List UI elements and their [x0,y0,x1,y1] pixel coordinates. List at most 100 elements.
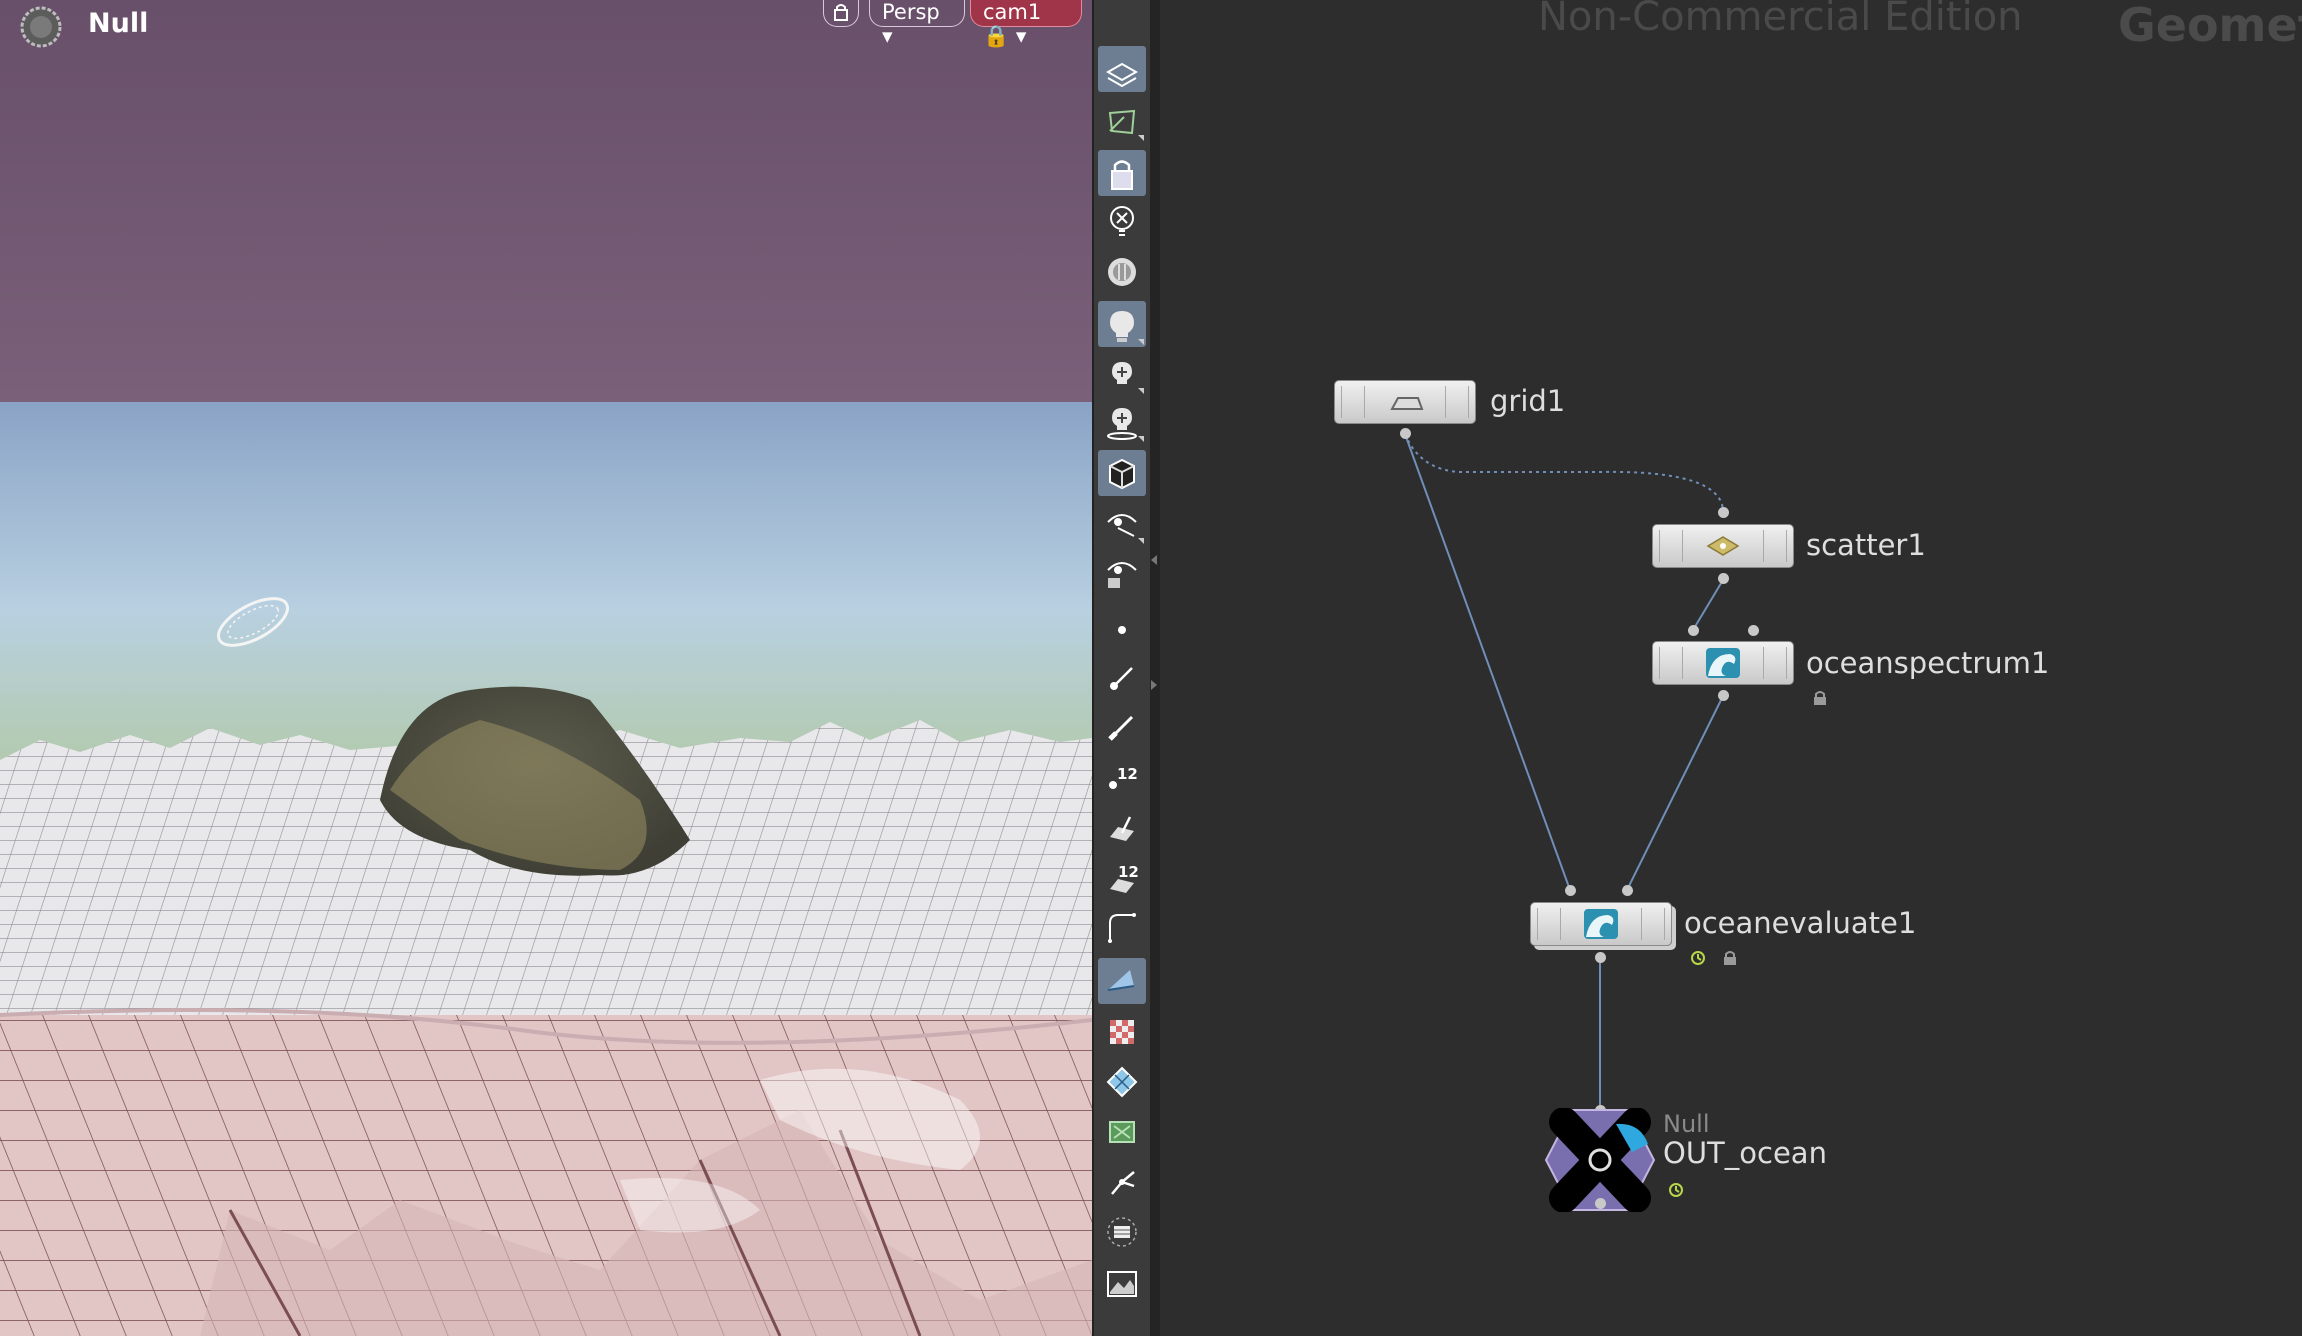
uv-display-icon [1107,970,1135,991]
scene-viewport[interactable]: Null Persp ▾ cam1 🔒 ▾ [0,0,1092,1336]
headlight-icon [1108,258,1136,286]
texture-uv-icon [1109,1121,1135,1143]
camera-menu-button[interactable]: cam1 🔒 ▾ [970,0,1082,48]
display-points-icon [1118,626,1126,634]
high-quality-lighting-icon [1112,362,1132,384]
remove-light-button[interactable] [1098,198,1146,244]
lock-camera-icon [1111,160,1133,190]
submenu-indicator-icon [1138,538,1144,544]
camera-lock-icon: 🔒 [983,24,1010,48]
frame-selected-button[interactable] [1098,1208,1146,1254]
input-port[interactable] [1718,507,1729,518]
uv-grid-icon [1106,1066,1138,1098]
submenu-indicator-icon [1138,339,1144,345]
view-menu-button[interactable]: Persp ▾ [869,0,965,48]
network-editor[interactable]: Non-Commercial Edition Geometr grid1 sca… [1160,0,2302,1336]
node-scatter1[interactable] [1652,524,1794,568]
template-geometry-button[interactable] [1098,97,1146,143]
point-normals-button[interactable] [1098,654,1146,700]
node-grid1[interactable] [1334,380,1476,424]
input-port[interactable] [1748,625,1759,636]
input-port[interactable] [1688,625,1699,636]
submenu-indicator-icon [1138,388,1144,394]
handle-icon [1111,1171,1135,1195]
chevron-down-icon: ▾ [882,24,893,48]
vertex-normals-button[interactable] [1098,703,1146,749]
collapse-left-icon[interactable] [1151,555,1157,565]
visualizer-render-button[interactable] [1098,550,1146,596]
output-port[interactable] [1718,690,1729,701]
view-label: Persp [882,0,940,24]
point-normals-icon [1110,667,1133,690]
background-image-icon [1107,1271,1137,1297]
handle-button[interactable] [1098,1158,1146,1204]
uv-grid-button[interactable] [1098,1058,1146,1104]
node-label: grid1 [1490,384,1566,418]
null-node-icon[interactable] [1544,1108,1656,1212]
headlight-button[interactable] [1098,248,1146,294]
svg-text:12: 12 [1117,765,1138,783]
point-numbers-icon: 12 [1109,765,1138,789]
background-image-button[interactable] [1098,1260,1146,1306]
submenu-indicator-icon [1138,436,1144,442]
shading-mode-button[interactable] [1098,450,1146,496]
ghost-geometry-button[interactable] [1098,46,1146,92]
primitive-numbers-button[interactable]: 12 [1098,853,1146,899]
display-options-toolbar: 12 12 [1092,0,1152,1336]
node-type-label: Null [1663,1110,1710,1138]
grid-icon [1390,397,1424,410]
camera-label: cam1 [983,0,1042,24]
time-dependent-icon [1691,951,1705,965]
node-oceanspectrum1[interactable] [1652,641,1794,685]
lock-view-button[interactable] [823,0,859,27]
pane-splitter[interactable] [1150,0,1160,1336]
point-numbers-button[interactable]: 12 [1098,753,1146,799]
texture-uv-button[interactable] [1098,1108,1146,1154]
display-points-button[interactable] [1098,606,1146,652]
template-geometry-icon [1108,109,1136,135]
output-port[interactable] [1400,428,1411,439]
high-quality-lighting-button[interactable] [1098,350,1146,396]
output-port[interactable] [1595,952,1606,963]
hull-button[interactable] [1098,903,1146,949]
frame-selected-icon [1107,1217,1137,1247]
input-port[interactable] [1565,885,1576,896]
primitive-numbers-icon: 12 [1110,863,1139,893]
submenu-indicator-icon [1138,135,1144,141]
primitive-normals-button[interactable] [1098,803,1146,849]
node-label: oceanspectrum1 [1806,646,2050,680]
node-oceanevaluate1[interactable] [1530,902,1672,946]
lock-camera-button[interactable] [1098,150,1146,196]
sop-gear-icon[interactable] [20,6,62,48]
scatter-icon [1706,536,1740,556]
time-dependent-icon [1669,1183,1683,1197]
shading-mode-icon [1109,458,1135,490]
ocean-wave-icon [1706,648,1740,678]
normal-lighting-button[interactable] [1098,301,1146,347]
lock-flag-icon [1724,951,1736,965]
node-label: OUT_ocean [1663,1136,1827,1170]
svg-text:12: 12 [1118,863,1139,881]
chevron-down-icon: ▾ [1015,24,1027,48]
lock-flag-icon [1814,691,1826,705]
hull-icon [1108,913,1136,943]
vertex-normals-icon [1108,715,1134,741]
viewport-scene [0,0,1092,1336]
output-port[interactable] [1595,1198,1606,1209]
ghost-geometry-icon [1105,62,1139,88]
high-quality-lighting-shadows-icon [1107,408,1137,440]
visualizer-button[interactable] [1098,500,1146,546]
collapse-right-icon[interactable] [1151,680,1157,690]
uv-checker-icon [1110,1020,1134,1044]
high-quality-lighting-shadows-button[interactable] [1098,398,1146,444]
input-port[interactable] [1622,885,1633,896]
viewport-title: Null [88,8,149,39]
node-label: scatter1 [1806,528,1926,562]
visualizer-render-icon [1107,562,1137,588]
uv-checker-button[interactable] [1098,1008,1146,1054]
visualizer-icon [1107,514,1137,537]
output-port[interactable] [1718,573,1729,584]
uv-display-button[interactable] [1098,958,1146,1004]
normal-lighting-icon [1110,311,1134,342]
node-label: oceanevaluate1 [1684,906,1917,940]
